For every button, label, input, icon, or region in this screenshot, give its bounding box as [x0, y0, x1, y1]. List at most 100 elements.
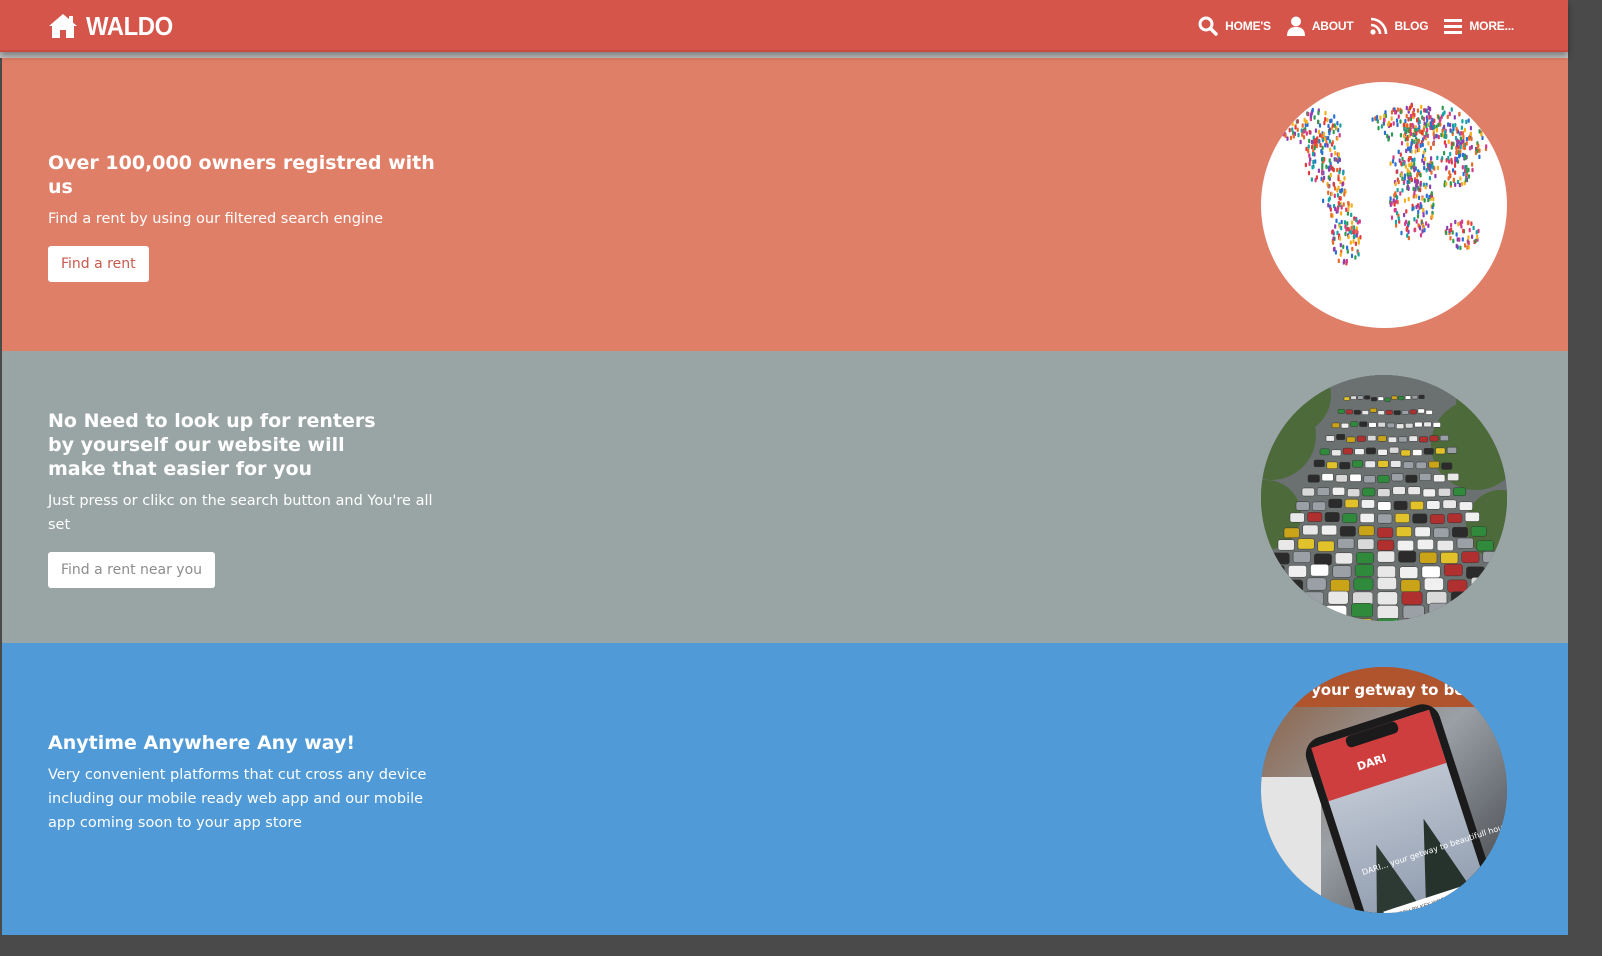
traffic-car: [1295, 501, 1310, 511]
traffic-car: [1425, 410, 1433, 415]
map-person-dot: [1435, 127, 1438, 133]
traffic-car: [1316, 487, 1330, 496]
map-person-dot: [1449, 227, 1452, 233]
map-person-dot: [1467, 174, 1470, 179]
map-person-dot: [1475, 230, 1478, 235]
map-person-dot: [1447, 155, 1450, 161]
map-person-dot: [1409, 113, 1413, 119]
map-person-dot: [1358, 219, 1361, 224]
map-person-dot: [1328, 158, 1331, 163]
map-person-dot: [1304, 162, 1307, 168]
find-rent-button[interactable]: Find a rent: [48, 246, 149, 282]
traffic-car: [1414, 421, 1423, 428]
map-person-dot: [1324, 143, 1327, 148]
map-person-dot: [1332, 236, 1335, 241]
nav-item-blog[interactable]: BLOG: [1369, 17, 1429, 35]
map-person-dot: [1400, 161, 1403, 166]
map-person-dot: [1432, 202, 1435, 207]
map-person-dot: [1406, 142, 1409, 147]
traffic-car: [1377, 618, 1400, 621]
traffic-car: [1327, 590, 1349, 605]
map-person-dot: [1470, 221, 1473, 226]
map-person-dot: [1399, 152, 1402, 157]
map-person-dot: [1456, 179, 1460, 185]
find-rent-near-button[interactable]: Find a rent near you: [48, 552, 216, 588]
traffic-car: [1339, 526, 1356, 537]
map-person-dot: [1310, 177, 1313, 182]
map-person-dot: [1405, 105, 1408, 111]
traffic-car: [1394, 513, 1410, 523]
traffic-car: [1392, 486, 1406, 495]
traffic-car: [1332, 565, 1352, 578]
map-person-dot: [1431, 214, 1434, 219]
traffic-car: [1261, 605, 1270, 620]
traffic-car: [1417, 408, 1425, 414]
map-person-dot: [1313, 115, 1316, 120]
map-person-dot: [1454, 219, 1457, 225]
map-person-dot: [1407, 127, 1410, 132]
map-person-dot: [1471, 167, 1474, 173]
map-person-dot: [1308, 138, 1311, 144]
map-person-dot: [1450, 141, 1453, 146]
map-person-dot: [1471, 234, 1474, 239]
map-person-dot: [1387, 137, 1390, 142]
map-person-dot: [1453, 115, 1456, 120]
map-person-dot: [1454, 123, 1457, 128]
map-person-dot: [1431, 117, 1434, 123]
map-person-dot: [1460, 125, 1463, 130]
traffic-car: [1288, 565, 1307, 578]
top-navbar: WALDO HOME'S ABOUT BLOG MORE...: [0, 0, 1568, 52]
map-person-dot: [1449, 122, 1452, 128]
map-person-dot: [1476, 234, 1479, 240]
traffic-car: [1265, 565, 1285, 578]
map-person-dot: [1334, 224, 1337, 229]
map-person-dot: [1455, 243, 1458, 249]
map-person-dot: [1405, 227, 1408, 232]
nav-item-about[interactable]: ABOUT: [1286, 16, 1354, 36]
traffic-car: [1398, 436, 1408, 443]
page-bottom-edge: [0, 935, 1568, 956]
traffic-car: [1443, 563, 1463, 577]
map-person-dot: [1404, 164, 1407, 169]
traffic-car: [1350, 395, 1357, 400]
map-person-dot: [1424, 108, 1427, 113]
traffic-car: [1359, 513, 1375, 523]
traffic-car: [1429, 435, 1439, 442]
map-person-dot: [1407, 117, 1410, 122]
nav-item-more[interactable]: MORE...: [1444, 18, 1514, 34]
traffic-car: [1331, 422, 1340, 429]
map-person-dot: [1460, 224, 1463, 229]
traffic-car: [1387, 436, 1397, 443]
traffic-car: [1397, 540, 1414, 552]
traffic-car: [1437, 487, 1451, 497]
map-person-dot: [1324, 110, 1327, 116]
nav-item-homes[interactable]: HOME'S: [1198, 16, 1271, 36]
traffic-car: [1347, 488, 1361, 498]
map-person-dot: [1337, 201, 1340, 206]
phone-graphic: your getway to beauti DARI DARI... your …: [1261, 667, 1507, 913]
map-person-dot: [1424, 185, 1427, 190]
map-person-dot: [1340, 219, 1343, 225]
map-person-dot: [1333, 123, 1336, 128]
map-person-dot: [1343, 192, 1346, 197]
traffic-car: [1302, 524, 1319, 536]
map-person-dot: [1429, 163, 1432, 169]
map-person-dot: [1443, 110, 1446, 115]
map-person-dot: [1339, 236, 1342, 241]
map-person-dot: [1413, 217, 1416, 222]
map-person-dot: [1337, 185, 1340, 191]
map-person-dot: [1332, 240, 1335, 245]
map-person-dot: [1434, 173, 1437, 179]
platforms-heading: Anytime Anywhere Any way!: [48, 732, 356, 754]
owners-text-block: Over 100,000 owners registred with us Fi…: [48, 151, 448, 282]
map-person-dot: [1323, 175, 1326, 181]
map-person-dot: [1437, 122, 1440, 127]
menu-icon: [1444, 19, 1463, 34]
map-person-dot: [1423, 165, 1426, 171]
map-person-dot: [1321, 134, 1324, 139]
traffic-car: [1476, 540, 1494, 552]
traffic-car: [1261, 618, 1265, 621]
traffic-car: [1391, 473, 1404, 482]
traffic-car: [1352, 591, 1374, 606]
brand-link[interactable]: WALDO: [48, 11, 180, 41]
